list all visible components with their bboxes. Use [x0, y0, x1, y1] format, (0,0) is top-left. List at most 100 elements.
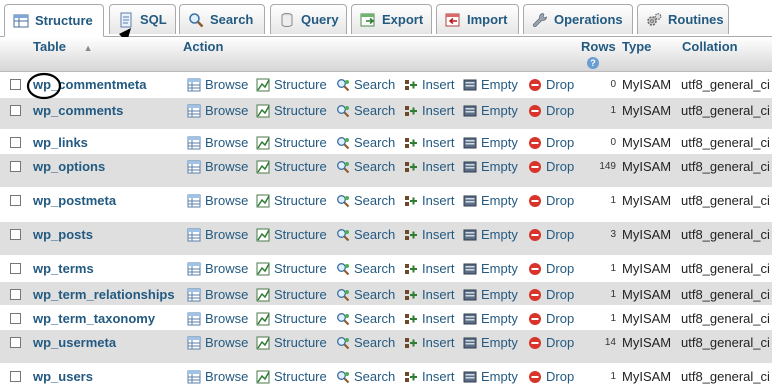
row-checkbox[interactable] [10, 371, 21, 382]
action-insert[interactable]: Insert [404, 311, 455, 326]
action-browse[interactable]: Browse [187, 369, 248, 384]
tab-operations[interactable]: Operations [523, 4, 633, 34]
table-name-link[interactable]: wp_options [33, 159, 105, 174]
row-checkbox[interactable] [10, 137, 21, 148]
action-insert[interactable]: Insert [404, 103, 455, 118]
action-empty[interactable]: Empty [463, 103, 518, 118]
table-name-link[interactable]: wp_postmeta [33, 193, 116, 208]
action-drop[interactable]: Drop [528, 335, 574, 350]
action-search[interactable]: Search [336, 311, 395, 326]
action-empty[interactable]: Empty [463, 193, 518, 208]
row-checkbox[interactable] [10, 105, 21, 116]
action-browse[interactable]: Browse [187, 227, 248, 242]
action-insert[interactable]: Insert [404, 227, 455, 242]
tab-routines[interactable]: Routines [637, 4, 729, 34]
action-drop[interactable]: Drop [528, 311, 574, 326]
column-header-rows[interactable]: Rows ? [581, 39, 616, 69]
action-browse[interactable]: Browse [187, 135, 248, 150]
action-search[interactable]: Search [336, 193, 395, 208]
action-drop[interactable]: Drop [528, 135, 574, 150]
action-search[interactable]: Search [336, 335, 395, 350]
table-name-link[interactable]: wp_posts [33, 227, 93, 242]
action-insert[interactable]: Insert [404, 159, 455, 174]
action-insert[interactable]: Insert [404, 287, 455, 302]
row-checkbox[interactable] [10, 79, 21, 90]
column-header-collation[interactable]: Collation [682, 39, 738, 54]
action-label: Structure [274, 193, 327, 208]
action-empty[interactable]: Empty [463, 261, 518, 276]
action-structure[interactable]: Structure [256, 311, 327, 326]
action-structure[interactable]: Structure [256, 227, 327, 242]
action-empty[interactable]: Empty [463, 311, 518, 326]
action-structure[interactable]: Structure [256, 369, 327, 384]
action-search[interactable]: Search [336, 227, 395, 242]
table-name-link[interactable]: wp_term_taxonomy [33, 311, 155, 326]
action-structure[interactable]: Structure [256, 287, 327, 302]
column-header-table[interactable]: Table ▲ [33, 39, 93, 54]
tab-search[interactable]: Search [179, 4, 265, 34]
action-search[interactable]: Search [336, 77, 395, 92]
table-name-link[interactable]: wp_term_relationships [33, 287, 175, 302]
action-structure[interactable]: Structure [256, 159, 327, 174]
action-drop[interactable]: Drop [528, 159, 574, 174]
action-empty[interactable]: Empty [463, 135, 518, 150]
action-empty[interactable]: Empty [463, 77, 518, 92]
action-insert[interactable]: Insert [404, 135, 455, 150]
help-icon[interactable]: ? [587, 57, 599, 69]
action-drop[interactable]: Drop [528, 193, 574, 208]
action-drop[interactable]: Drop [528, 287, 574, 302]
action-search[interactable]: Search [336, 103, 395, 118]
action-search[interactable]: Search [336, 159, 395, 174]
action-structure[interactable]: Structure [256, 135, 327, 150]
row-checkbox[interactable] [10, 195, 21, 206]
action-browse[interactable]: Browse [187, 311, 248, 326]
action-insert[interactable]: Insert [404, 335, 455, 350]
tab-import[interactable]: Import [436, 4, 519, 34]
drop-icon [529, 312, 541, 325]
action-empty[interactable]: Empty [463, 287, 518, 302]
action-search[interactable]: Search [336, 135, 395, 150]
action-drop[interactable]: Drop [528, 103, 574, 118]
action-drop[interactable]: Drop [528, 227, 574, 242]
action-empty[interactable]: Empty [463, 369, 518, 384]
action-insert[interactable]: Insert [404, 193, 455, 208]
table-name-link[interactable]: wp_links [33, 135, 88, 150]
action-drop[interactable]: Drop [528, 261, 574, 276]
action-browse[interactable]: Browse [187, 159, 248, 174]
action-browse[interactable]: Browse [187, 335, 248, 350]
action-browse[interactable]: Browse [187, 261, 248, 276]
action-insert[interactable]: Insert [404, 369, 455, 384]
action-structure[interactable]: Structure [256, 103, 327, 118]
action-empty[interactable]: Empty [463, 227, 518, 242]
row-checkbox[interactable] [10, 229, 21, 240]
action-empty[interactable]: Empty [463, 159, 518, 174]
action-insert[interactable]: Insert [404, 77, 455, 92]
action-browse[interactable]: Browse [187, 193, 248, 208]
action-insert[interactable]: Insert [404, 261, 455, 276]
table-name-link[interactable]: wp_users [33, 369, 93, 384]
row-checkbox[interactable] [10, 313, 21, 324]
tab-export[interactable]: Export [351, 4, 432, 34]
tab-query[interactable]: Query [270, 4, 347, 34]
table-name-link[interactable]: wp_comments [33, 103, 123, 118]
table-name-link[interactable]: wp_terms [33, 261, 94, 276]
column-header-type[interactable]: Type [622, 39, 651, 54]
action-drop[interactable]: Drop [528, 77, 574, 92]
row-checkbox[interactable] [10, 161, 21, 172]
row-checkbox[interactable] [10, 289, 21, 300]
action-structure[interactable]: Structure [256, 77, 327, 92]
action-structure[interactable]: Structure [256, 193, 327, 208]
action-structure[interactable]: Structure [256, 261, 327, 276]
action-search[interactable]: Search [336, 261, 395, 276]
action-search[interactable]: Search [336, 287, 395, 302]
action-browse[interactable]: Browse [187, 103, 248, 118]
action-empty[interactable]: Empty [463, 335, 518, 350]
action-structure[interactable]: Structure [256, 335, 327, 350]
table-name-link[interactable]: wp_usermeta [33, 335, 116, 350]
action-search[interactable]: Search [336, 369, 395, 384]
action-browse[interactable]: Browse [187, 287, 248, 302]
action-browse[interactable]: Browse [187, 77, 248, 92]
action-drop[interactable]: Drop [528, 369, 574, 384]
row-checkbox[interactable] [10, 263, 21, 274]
row-checkbox[interactable] [10, 337, 21, 348]
